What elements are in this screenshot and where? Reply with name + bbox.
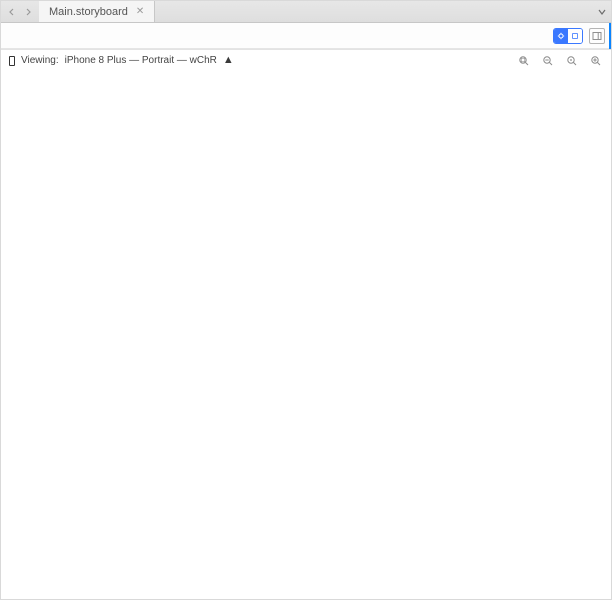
toggle-right-icon — [568, 29, 582, 43]
active-panel-indicator — [609, 23, 611, 49]
nav-buttons — [1, 1, 39, 22]
tab-overflow-button[interactable] — [593, 1, 611, 22]
zoom-in-button[interactable] — [589, 55, 603, 67]
tab-title: Main.storyboard — [49, 6, 128, 18]
zoom-controls — [517, 55, 603, 67]
viewing-prefix: Viewing: — [21, 55, 59, 66]
close-icon[interactable]: ✕ — [136, 6, 144, 17]
device-icon — [9, 56, 15, 66]
status-footer: Viewing: iPhone 8 Plus — Portrait — wChR… — [1, 49, 611, 71]
zoom-fit-button[interactable] — [517, 55, 531, 67]
tab-bar: Main.storyboard ✕ — [1, 1, 611, 23]
nav-forward-button[interactable] — [21, 5, 35, 19]
toggle-left-icon — [554, 29, 568, 43]
panel-toggle-button[interactable] — [589, 28, 605, 44]
zoom-out-button[interactable] — [541, 55, 555, 67]
tab-main-storyboard[interactable]: Main.storyboard ✕ — [39, 1, 155, 22]
nav-back-button[interactable] — [5, 5, 19, 19]
warning-icon[interactable]: ▲ — [223, 55, 234, 66]
zoom-reset-button[interactable] — [565, 55, 579, 67]
constraint-mode-toggle[interactable] — [553, 28, 583, 44]
designer-toolbar — [1, 23, 611, 49]
device-label: iPhone 8 Plus — Portrait — wChR — [65, 55, 217, 66]
